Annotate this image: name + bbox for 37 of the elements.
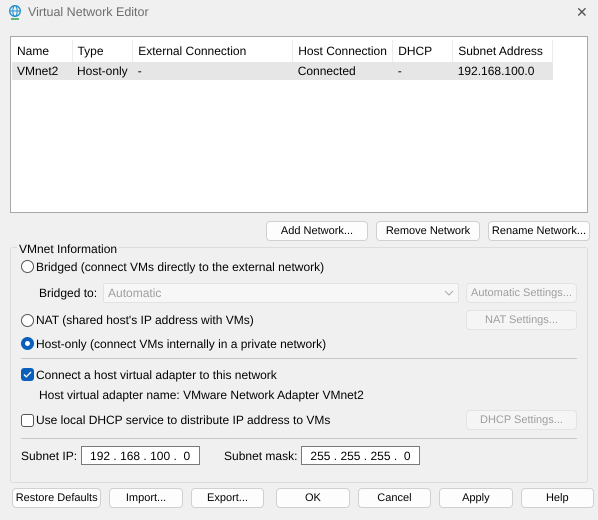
dialog-button[interactable]: Restore Defaults xyxy=(12,488,102,508)
table-cell: VMnet2 xyxy=(12,62,72,80)
checkbox-label: Use local DHCP service to distribute IP address to VMs xyxy=(36,412,330,429)
radio-button[interactable] xyxy=(21,260,34,273)
table-row[interactable]: VMnet2 Host-only - Connected - 192.168.100.0 xyxy=(12,62,553,80)
table-cell: 192.168.100.0 xyxy=(452,62,553,80)
radio-button[interactable] xyxy=(21,314,34,326)
radio-button[interactable] xyxy=(21,337,34,350)
field-label: Bridged to: xyxy=(39,285,98,302)
table-cell: Connected xyxy=(292,62,393,80)
radio-label: NAT (shared host's IP address with VMs) xyxy=(36,312,254,329)
chevron-icon xyxy=(444,290,454,296)
field-label: Subnet mask: xyxy=(224,448,298,464)
table-cell: - xyxy=(392,62,453,80)
checkbox-label: Connect a host virtual adapter to this network xyxy=(36,366,277,384)
radio-label: Bridged (connect VMs directly to the external network) xyxy=(36,258,324,276)
adapter-name-text: Host virtual adapter name: VMware Network Adapter VMnet2 xyxy=(39,387,365,404)
table-cell: Host-only xyxy=(72,62,133,80)
dialog-button[interactable]: Import... xyxy=(109,488,183,508)
radio-label: Host-only (connect VMs internally in a private network) xyxy=(36,336,326,352)
table-cell: - xyxy=(132,62,293,80)
field-label: Subnet IP: xyxy=(21,448,78,464)
dialog-button[interactable]: Cancel xyxy=(358,488,432,508)
dialog-button[interactable]: OK xyxy=(276,488,350,508)
checkbox[interactable] xyxy=(21,414,34,426)
network-button[interactable]: Remove Network xyxy=(376,221,480,241)
network-button[interactable]: Add Network... xyxy=(266,221,368,241)
checkbox[interactable] xyxy=(21,368,34,381)
subnet-mask-field[interactable]: 255 . 255 . 255 . 0 xyxy=(301,446,420,465)
dialog-button[interactable]: Help xyxy=(520,488,594,508)
close-button[interactable]: ✕ xyxy=(574,5,590,19)
subnet-ip-field[interactable]: 192 . 168 . 100 . 0 xyxy=(81,446,200,465)
dialog-button[interactable]: Apply xyxy=(439,488,513,508)
window-title: Virtual Network Editor xyxy=(28,4,149,21)
network-button[interactable]: Rename Network... xyxy=(488,221,590,241)
globe-icon xyxy=(8,4,22,20)
dialog-button[interactable]: Export... xyxy=(190,488,264,508)
